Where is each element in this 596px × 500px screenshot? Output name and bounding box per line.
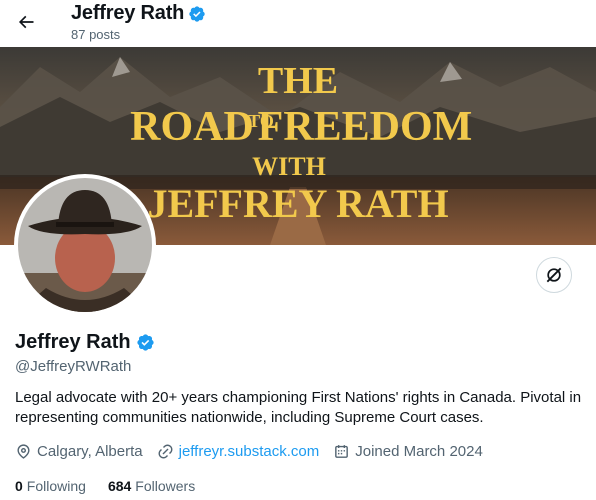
location-pin-icon [17, 444, 30, 459]
profile-stats: 0 Following 684 Followers [15, 478, 217, 494]
location-item: Calgary, Alberta [15, 443, 143, 460]
grok-button[interactable] [536, 257, 572, 293]
verified-badge-icon[interactable] [136, 333, 155, 352]
header-title: Jeffrey Rath [71, 2, 206, 25]
following-count: 0 [15, 478, 23, 494]
profile-meta: Calgary, Alberta jeffreyr.substack.com J… [15, 443, 497, 460]
following-label: Following [26, 478, 86, 494]
header-post-count: 87 posts [71, 27, 121, 42]
website-item[interactable]: jeffreyr.substack.com [157, 443, 320, 460]
profile-display-name: Jeffrey Rath [15, 331, 131, 353]
grok-slash-icon [546, 267, 562, 283]
location-text: Calgary, Alberta [37, 443, 143, 460]
profile-handle: @JeffreyRWRath [15, 358, 132, 375]
header-display-name: Jeffrey Rath [71, 2, 185, 24]
back-button[interactable] [9, 5, 43, 39]
avatar[interactable] [18, 178, 152, 312]
arrow-left-icon [18, 15, 34, 29]
followers-link[interactable]: 684 Followers [108, 478, 195, 494]
avatar-frame[interactable] [14, 174, 156, 316]
website-link[interactable]: jeffreyr.substack.com [179, 443, 320, 460]
banner-line-3: WITH [252, 152, 326, 181]
followers-count: 684 [107, 478, 132, 494]
followers-label: Followers [135, 478, 196, 494]
top-bar: Jeffrey Rath 87 posts [0, 0, 596, 47]
verified-badge-icon [189, 5, 205, 22]
banner-line-2c: FREEDOM [258, 104, 473, 150]
profile-bio: Legal advocate with 20+ years championin… [15, 389, 582, 426]
following-link[interactable]: 0 Following [15, 478, 86, 494]
profile-name-row: Jeffrey Rath [15, 331, 155, 354]
banner-line-1: THE [258, 60, 338, 102]
calendar-icon [335, 445, 349, 458]
joined-item: Joined March 2024 [333, 443, 483, 460]
joined-text: Joined March 2024 [355, 443, 483, 460]
link-icon [158, 444, 173, 459]
banner-line-2a: ROAD [130, 104, 254, 150]
banner-line-4: JEFFREY RATH [147, 181, 448, 226]
